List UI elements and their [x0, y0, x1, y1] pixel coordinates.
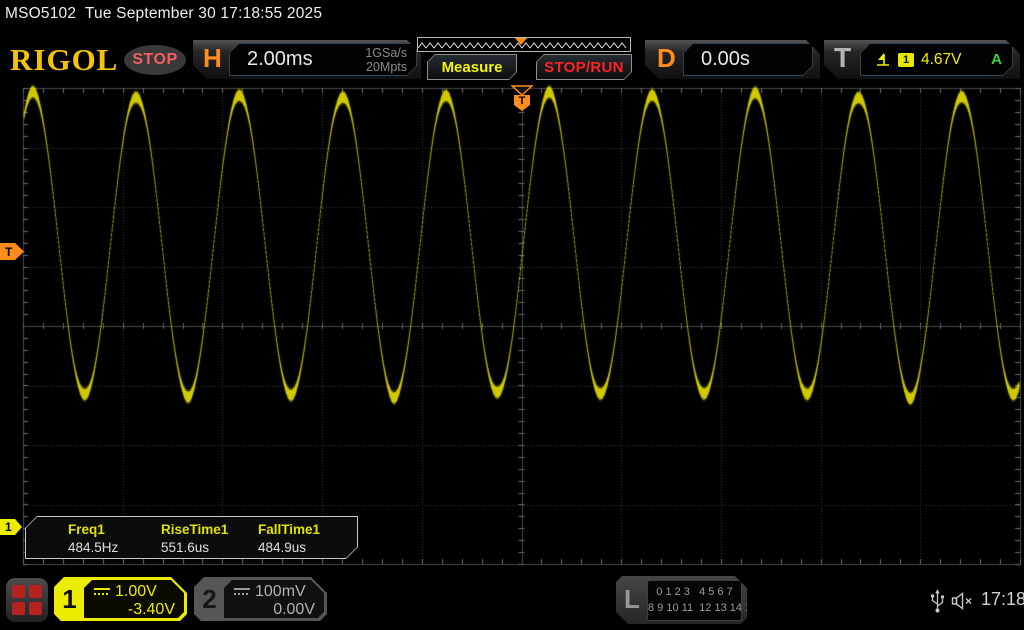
measurement-label: RiseTime1: [161, 522, 228, 537]
timebase-value: 2.00ms: [247, 48, 313, 71]
delay-box[interactable]: 0.00s: [683, 43, 813, 76]
measurement-label: FallTime1: [258, 522, 320, 537]
measure-button-label: Measure: [442, 59, 503, 76]
rigol-logo: RIGOL: [10, 42, 118, 78]
trigger-level-value: 4.67V: [921, 51, 962, 69]
logic-channels-row1: 0 1 2 3 4 5 6 7: [648, 586, 741, 598]
speaker-muted-icon[interactable]: [951, 591, 977, 611]
channel1-marker-label: 1: [5, 520, 12, 534]
measurement-value: 484.9us: [258, 540, 306, 555]
grid-menu-icon: [12, 585, 42, 615]
clock: 17:18: [981, 589, 1024, 610]
measurement-value: 551.6us: [161, 540, 209, 555]
logic-label: L: [624, 584, 640, 615]
menu-button[interactable]: [6, 578, 48, 622]
channel2-number: 2: [194, 577, 225, 621]
delay-value: 0.00s: [701, 48, 750, 71]
stop-run-button-label: STOP/RUN: [544, 59, 624, 76]
memory-position-strip[interactable]: [417, 37, 631, 52]
channel1-scale: 1.00V: [115, 583, 157, 601]
measurement-label: Freq1: [68, 522, 105, 537]
measurement-value: 484.5Hz: [68, 540, 118, 555]
dc-coupling-icon: [233, 587, 251, 597]
horizontal-label: H: [203, 43, 222, 74]
logic-channels-panel[interactable]: L 0 1 2 3 4 5 6 7 8 9 10 11 12 13 14 15: [616, 576, 747, 624]
channel2-badge[interactable]: 2 100mV 0.00V: [194, 577, 327, 621]
status-bar-text: MSO5102 Tue September 30 17:18:55 2025: [5, 5, 322, 23]
oscilloscope-screen: MSO5102 Tue September 30 17:18:55 2025 R…: [0, 0, 1024, 630]
run-state-label: STOP: [132, 51, 177, 69]
run-state-indicator[interactable]: STOP: [124, 45, 186, 75]
timebase-box[interactable]: 2.00ms 1GSa/s 20Mpts: [229, 43, 417, 76]
memory-position-pointer-icon[interactable]: [515, 38, 527, 45]
logic-channel-box: 0 1 2 3 4 5 6 7 8 9 10 11 12 13 14 15: [647, 580, 742, 621]
trigger-source-badge: 1: [898, 53, 914, 67]
channel2-scale: 100mV: [255, 583, 306, 601]
channel1-offset: -3.40V: [128, 601, 175, 619]
delay-label: D: [657, 43, 676, 74]
trigger-box[interactable]: 1 4.67V A: [860, 43, 1013, 76]
trigger-position-marker[interactable]: T: [509, 85, 535, 112]
trigger-panel[interactable]: T 1 4.67V A: [824, 40, 1020, 79]
usb-icon: [929, 588, 946, 614]
dc-coupling-icon: [93, 587, 111, 597]
measure-button[interactable]: Measure: [427, 54, 517, 80]
channel2-offset: 0.00V: [273, 601, 315, 619]
channel1-number: 1: [54, 577, 85, 621]
delay-panel[interactable]: D 0.00s: [645, 40, 820, 79]
trigger-level-marker-label: T: [5, 245, 12, 259]
memory-depth: 20Mpts: [365, 60, 407, 74]
measurement-panel[interactable]: Freq1 484.5Hz RiseTime1 551.6us FallTime…: [25, 516, 358, 559]
trigger-label: T: [834, 42, 851, 74]
channel1-badge[interactable]: 1 1.00V -3.40V: [54, 577, 187, 621]
trigger-mode: A: [991, 51, 1002, 68]
acquisition-info: 1GSa/s 20Mpts: [365, 46, 407, 74]
horizontal-panel[interactable]: H 2.00ms 1GSa/s 20Mpts: [193, 40, 421, 79]
rising-edge-trigger-icon: [875, 52, 891, 68]
sample-rate: 1GSa/s: [365, 46, 407, 60]
stop-run-button[interactable]: STOP/RUN: [536, 54, 632, 80]
logic-channels-row2: 8 9 10 11 12 13 14 15: [648, 602, 741, 614]
svg-text:T: T: [519, 95, 526, 107]
